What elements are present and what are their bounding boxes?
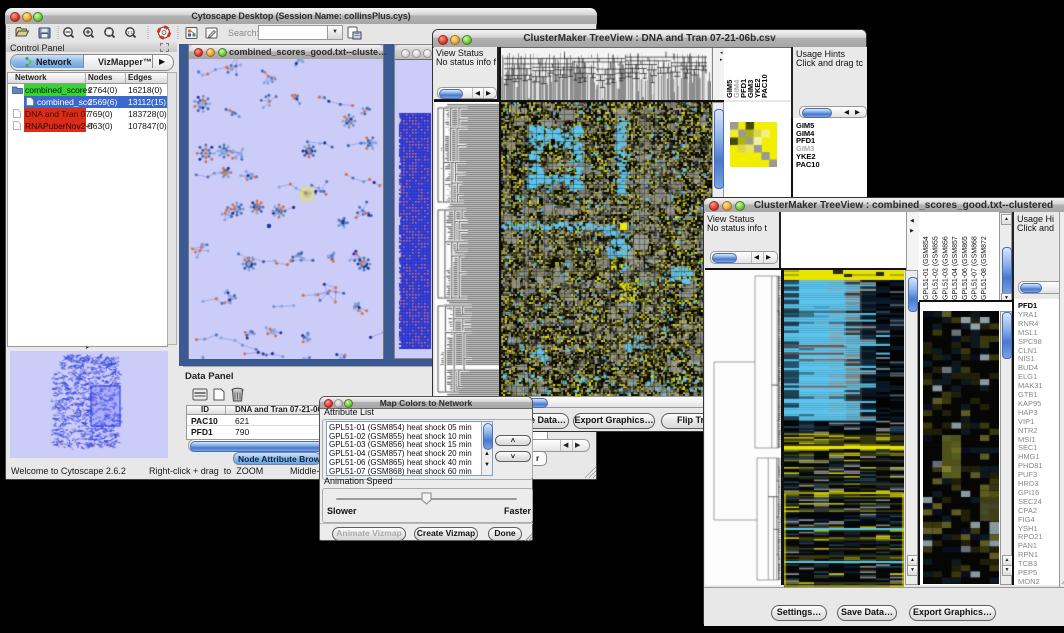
svg-text:GPL51-02 (GSM855: GPL51-02 (GSM855: [933, 236, 940, 300]
svg-text:GPL51-07 (GSM868: GPL51-07 (GSM868: [972, 236, 979, 300]
svg-text:PAC10: PAC10: [760, 74, 769, 98]
svg-text:GPL51-06 (GSM865: GPL51-06 (GSM865: [962, 236, 969, 300]
svg-text:1:1: 1:1: [127, 30, 134, 35]
svg-text:GPL51-03 (GSM856: GPL51-03 (GSM856: [942, 236, 949, 300]
svg-text:GPL51-01 (GSM854: GPL51-01 (GSM854: [923, 236, 930, 300]
svg-text:GPL51-08 (GSM872: GPL51-08 (GSM872: [981, 236, 988, 300]
svg-text:GPL51-04 (GSM857: GPL51-04 (GSM857: [952, 236, 959, 300]
